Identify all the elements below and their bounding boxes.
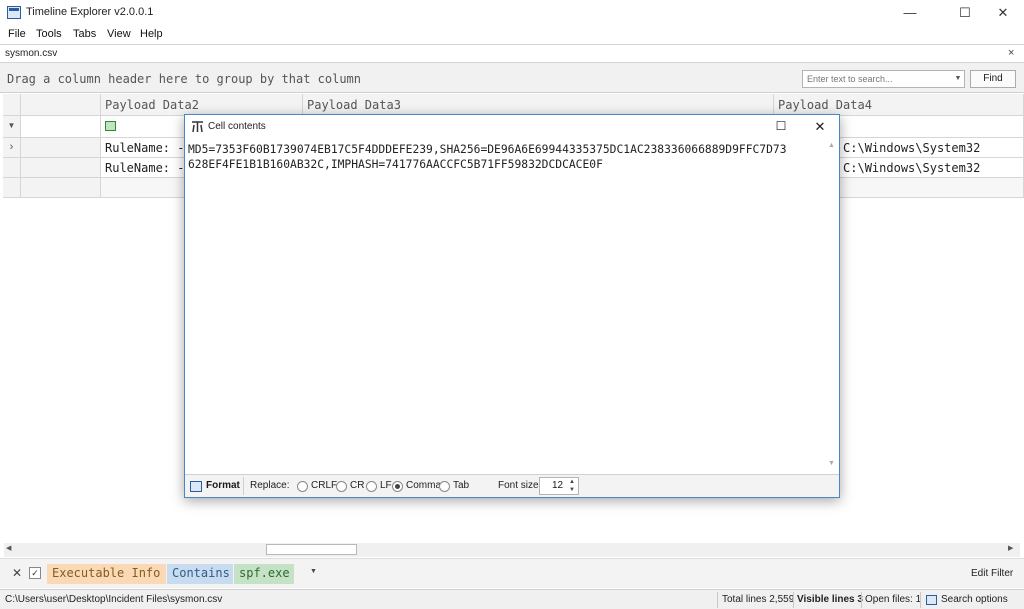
column-header-payload-data3[interactable]: Payload Data3 <box>303 94 774 116</box>
scroll-up-icon[interactable]: ▲ <box>825 142 838 149</box>
tab-sysmon-csv[interactable]: sysmon.csv <box>5 48 57 59</box>
font-size-stepper[interactable]: 12 ▲ ▼ <box>539 477 579 495</box>
status-file-path: C:\Users\user\Desktop\Incident Files\sys… <box>5 594 223 605</box>
status-open-files: Open files: 1 <box>865 594 922 605</box>
column-header-payload-data2[interactable]: Payload Data2 <box>101 94 303 116</box>
column-header-payload-data4[interactable]: Payload Data4 <box>774 94 1024 116</box>
content-line: 628EF4FE1B1B160AB32C,IMPHASH=741776AACCF… <box>188 158 603 171</box>
row-indicator <box>3 158 21 178</box>
radio-crlf[interactable] <box>297 481 308 492</box>
format-button[interactable]: Format <box>206 480 240 491</box>
filter-dropdown-icon[interactable]: ▼ <box>310 568 317 575</box>
table-cell[interactable] <box>21 158 101 178</box>
group-by-hint: Drag a column header here to group by th… <box>7 72 362 86</box>
dialog-vertical-scrollbar[interactable]: ▲ ▼ <box>825 140 838 473</box>
radio-crlf-label[interactable]: CRLF <box>311 480 337 491</box>
content-line: MD5=7353F60B1739074EB17C5F4DDDEFE239,SHA… <box>188 143 787 156</box>
column-header-blank[interactable] <box>21 94 101 116</box>
enable-filter-checkbox[interactable]: ✓ <box>29 567 41 579</box>
horizontal-scrollbar[interactable]: ◀ ▶ <box>4 543 1020 557</box>
status-total-lines: Total lines 2,559 <box>722 594 795 605</box>
menu-bar: File Tools Tabs View Help <box>0 26 1024 44</box>
file-tab-strip: sysmon.csv × <box>0 44 1024 63</box>
scroll-down-icon[interactable]: ▼ <box>825 460 838 467</box>
filter-chip-value[interactable]: spf.exe <box>234 564 294 584</box>
row-indicator <box>3 178 21 198</box>
title-bar: Timeline Explorer v2.0.0.1 — ☐ ✕ <box>0 0 1024 26</box>
app-icon <box>7 6 21 19</box>
search-input[interactable]: Enter text to search... <box>802 70 965 88</box>
search-dropdown-icon[interactable]: ▼ <box>951 70 965 88</box>
filter-chip-operator[interactable]: Contains <box>167 564 233 584</box>
table-cell[interactable] <box>21 178 101 198</box>
dialog-close-button[interactable]: ✕ <box>808 119 832 135</box>
dialog-options-bar: Format Replace: CRLF CR LF Comma Tab Fon… <box>185 474 839 497</box>
format-icon <box>190 481 202 492</box>
radio-lf-label[interactable]: LF <box>380 480 392 491</box>
close-button[interactable]: ✕ <box>980 0 1024 26</box>
dialog-title: Cell contents <box>208 121 266 132</box>
tab-close-icon[interactable]: × <box>1008 47 1014 59</box>
filter-chip-field[interactable]: Executable Info <box>47 564 166 584</box>
edit-filter-button[interactable]: Edit Filter <box>971 568 1013 579</box>
menu-tools[interactable]: Tools <box>36 28 62 40</box>
clear-filter-icon[interactable]: ✕ <box>12 566 22 580</box>
radio-tab-label[interactable]: Tab <box>453 480 469 491</box>
row-pointer-icon: › <box>3 138 21 158</box>
filter-cell[interactable] <box>21 116 101 138</box>
divider <box>717 592 718 608</box>
menu-file[interactable]: File <box>8 28 26 40</box>
divider <box>861 592 862 608</box>
dialog-maximize-button[interactable]: ☐ <box>769 119 793 133</box>
filter-bar: ✕ ✓ Executable Info Contains spf.exe ▼ E… <box>0 558 1024 588</box>
cell-contents-text[interactable]: MD5=7353F60B1739074EB17C5F4DDDEFE239,SHA… <box>188 142 824 472</box>
status-bar: C:\Users\user\Desktop\Incident Files\sys… <box>0 589 1024 609</box>
menu-help[interactable]: Help <box>140 28 163 40</box>
dialog-title-bar: Cell contents ☐ ✕ <box>185 115 839 140</box>
group-panel: Drag a column header here to group by th… <box>0 63 1024 93</box>
radio-cr[interactable] <box>336 481 347 492</box>
font-size-label: Font size <box>498 480 539 491</box>
divider <box>793 592 794 608</box>
radio-comma-label[interactable]: Comma <box>406 480 441 491</box>
scroll-left-icon[interactable]: ◀ <box>6 544 11 552</box>
radio-tab[interactable] <box>439 481 450 492</box>
filter-row-icon: ▼ <box>3 116 21 138</box>
stepper-arrows-icon[interactable]: ▲ ▼ <box>569 478 575 494</box>
divider <box>920 592 921 608</box>
filter-condition-icon[interactable] <box>105 121 116 131</box>
table-cell[interactable] <box>21 138 101 158</box>
search-options-button[interactable]: Search options <box>941 594 1008 605</box>
font-size-value: 12 <box>552 480 564 491</box>
search-options-icon[interactable] <box>926 595 937 605</box>
menu-tabs[interactable]: Tabs <box>73 28 96 40</box>
minimize-button[interactable]: — <box>887 0 933 26</box>
divider <box>243 477 244 495</box>
radio-lf[interactable] <box>366 481 377 492</box>
find-button[interactable]: Find <box>970 70 1016 88</box>
window-title: Timeline Explorer v2.0.0.1 <box>26 6 154 18</box>
cell-contents-dialog: Cell contents ☐ ✕ MD5=7353F60B1739074EB1… <box>184 114 840 498</box>
status-visible-lines: Visible lines 3 <box>797 594 863 605</box>
replace-label: Replace: <box>250 480 290 491</box>
radio-comma[interactable] <box>392 481 403 492</box>
scrollbar-thumb[interactable] <box>266 544 357 555</box>
scroll-right-icon[interactable]: ▶ <box>1008 544 1013 552</box>
radio-cr-label[interactable]: CR <box>350 480 364 491</box>
row-indicator-header <box>3 94 21 116</box>
menu-view[interactable]: View <box>107 28 131 40</box>
cell-contents-icon <box>191 121 204 133</box>
